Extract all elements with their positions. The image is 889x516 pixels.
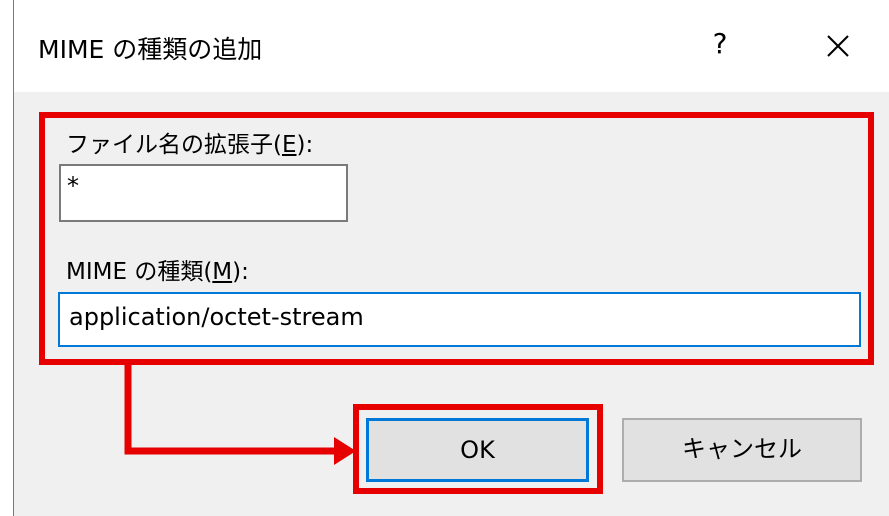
arrow-right-icon xyxy=(124,365,356,465)
